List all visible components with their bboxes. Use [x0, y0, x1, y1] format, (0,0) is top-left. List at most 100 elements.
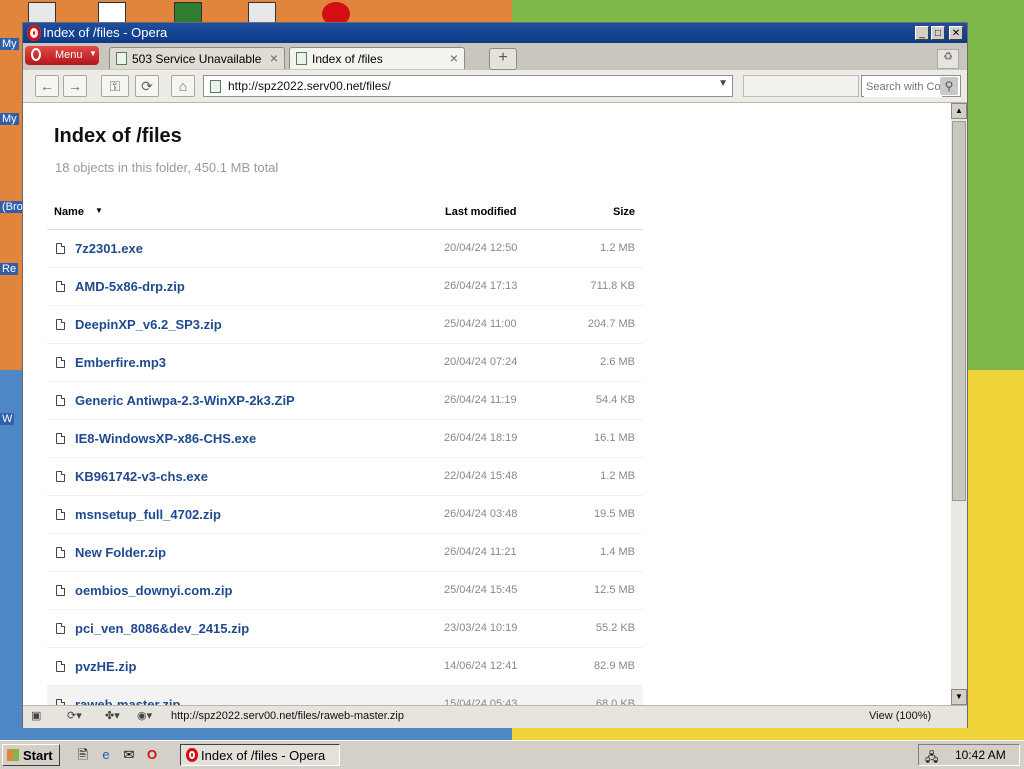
sync-icon[interactable]: ⟳▾ — [67, 709, 82, 724]
table-row[interactable]: IE8-WindowsXP-x86-CHS.exe 26/04/24 18:19 1… — [47, 420, 643, 458]
file-link[interactable]: pci_ven_8086&dev_2415.zip — [75, 621, 249, 636]
trash-icon[interactable]: ♻ — [937, 49, 959, 69]
column-modified-header[interactable]: Last modified — [445, 206, 517, 218]
file-size: 204.7 MB — [587, 318, 635, 330]
file-link[interactable]: Generic Antiwpa-2.3-WinXP-2k3.ZiP — [75, 393, 295, 408]
file-link[interactable]: 7z2301.exe — [75, 241, 143, 256]
table-row[interactable]: AMD-5x86-drp.zip 26/04/24 17:13 711.8 KB — [47, 268, 643, 306]
back-button[interactable]: ← — [35, 75, 59, 97]
scroll-up-arrow[interactable]: ▲ — [951, 103, 967, 119]
forward-button[interactable]: → — [63, 75, 87, 97]
desktop-label[interactable]: W — [0, 413, 15, 425]
unite-icon[interactable]: ✤▾ — [105, 709, 120, 724]
file-icon — [56, 585, 65, 596]
scroll-thumb[interactable] — [952, 121, 966, 501]
taskbar-opera-window[interactable]: Index of /files - Opera — [180, 744, 340, 766]
table-row[interactable]: DeepinXP_v6.2_SP3.zip 25/04/24 11:00 204.7… — [47, 306, 643, 344]
start-button[interactable]: Start — [2, 744, 60, 766]
file-link[interactable]: DeepinXP_v6.2_SP3.zip — [75, 317, 222, 332]
search-box[interactable]: ⚲ — [861, 75, 961, 97]
table-row[interactable]: Generic Antiwpa-2.3-WinXP-2k3.ZiP 26/04/2… — [47, 382, 643, 420]
file-rows: 7z2301.exe 20/04/24 12:50 1.2 MB AMD-5x86-d… — [47, 230, 643, 705]
address-url[interactable]: http://spz2022.serv00.net/files/ — [228, 79, 391, 93]
table-row[interactable]: oembios_downyi.com.zip 25/04/24 15:45 12.5… — [47, 572, 643, 610]
file-modified: 25/04/24 15:45 — [444, 584, 518, 596]
page-icon — [296, 52, 307, 65]
table-row[interactable]: Emberfire.mp3 20/04/24 07:24 2.6 MB — [47, 344, 643, 382]
search-input[interactable] — [864, 77, 942, 97]
scroll-down-arrow[interactable]: ▼ — [951, 689, 967, 705]
file-link[interactable]: AMD-5x86-drp.zip — [75, 279, 185, 294]
file-link[interactable]: IE8-WindowsXP-x86-CHS.exe — [75, 431, 256, 446]
maximize-button[interactable]: □ — [931, 26, 945, 40]
table-header: Name ▼ Last modified Size — [47, 199, 643, 230]
home-button[interactable]: ⌂ — [171, 75, 195, 97]
chevron-down-icon: ▼ — [89, 49, 97, 58]
show-desktop-icon[interactable]: 🖹 — [74, 746, 92, 764]
table-row[interactable]: pci_ven_8086&dev_2415.zip 23/03/24 10:19 5… — [47, 610, 643, 648]
table-row[interactable]: KB961742-v3-chs.exe 22/04/24 15:48 1.2 MB — [47, 458, 643, 496]
opera-quicklaunch-icon[interactable]: O — [143, 746, 161, 764]
media-icon[interactable]: ✉ — [120, 746, 138, 764]
column-size-header[interactable]: Size — [613, 206, 635, 218]
desktop-label[interactable]: My — [0, 38, 19, 50]
file-link[interactable]: New Folder.zip — [75, 545, 166, 560]
file-link[interactable]: msnsetup_full_4702.zip — [75, 507, 221, 522]
tab-label: Index of /files — [312, 52, 383, 66]
file-icon — [56, 509, 65, 520]
close-tab-icon[interactable]: × — [450, 50, 458, 66]
file-icon — [56, 623, 65, 634]
zoom-view[interactable]: View (100%) — [869, 710, 931, 722]
internet-explorer-icon[interactable]: e — [97, 746, 115, 764]
desktop-label[interactable]: Re — [0, 263, 19, 275]
file-modified: 22/04/24 15:48 — [444, 470, 518, 482]
new-tab-button[interactable]: + — [489, 48, 517, 70]
file-icon — [56, 281, 65, 292]
table-row[interactable]: pvzHE.zip 14/06/24 12:41 82.9 MB — [47, 648, 643, 686]
file-link[interactable]: Emberfire.mp3 — [75, 355, 166, 370]
file-size: 1.2 MB — [600, 242, 635, 254]
file-link[interactable]: KB961742-v3-chs.exe — [75, 469, 208, 484]
file-modified: 26/04/24 18:19 — [444, 432, 518, 444]
taskbar-window-label: Index of /files - Opera — [201, 748, 326, 763]
desktop-label[interactable]: My — [0, 113, 19, 125]
file-size: 12.5 MB — [594, 584, 635, 596]
file-link[interactable]: raweb-master.zip — [75, 697, 181, 705]
page-icon — [210, 80, 221, 93]
close-tab-icon[interactable]: × — [270, 50, 278, 66]
file-link[interactable]: pvzHE.zip — [75, 659, 136, 674]
key-icon[interactable]: ⚿ — [101, 75, 129, 97]
vertical-scrollbar[interactable]: ▲ ▼ — [951, 103, 967, 705]
title-bar[interactable]: Index of /files - Opera _ □ ✕ — [23, 23, 967, 43]
reload-button[interactable]: ⟳ — [135, 75, 159, 97]
panel-toggle-icon[interactable]: ▣ — [31, 709, 41, 724]
column-name-header[interactable]: Name — [54, 206, 84, 218]
search-engine-area[interactable] — [743, 75, 859, 97]
window-title: Index of /files - Opera — [43, 25, 168, 40]
file-size: 2.6 MB — [600, 356, 635, 368]
turbo-icon[interactable]: ◉▾ — [137, 709, 152, 724]
file-size: 1.4 MB — [600, 546, 635, 558]
file-modified: 20/04/24 07:24 — [444, 356, 518, 368]
chevron-down-icon[interactable]: ▼ — [718, 78, 728, 89]
folder-summary: 18 objects in this folder, 450.1 MB tota… — [55, 160, 279, 175]
table-row[interactable]: msnsetup_full_4702.zip 26/04/24 03:48 19.5… — [47, 496, 643, 534]
tab-503-service-unavailable[interactable]: 503 Service Unavailable × — [109, 47, 285, 69]
close-button[interactable]: ✕ — [949, 26, 963, 40]
sort-caret-icon: ▼ — [95, 206, 103, 215]
address-bar[interactable]: http://spz2022.serv00.net/files/ ▼ — [203, 75, 733, 97]
file-modified: 26/04/24 11:19 — [444, 394, 517, 406]
tab-index-of-files[interactable]: Index of /files × — [289, 47, 465, 69]
file-icon — [56, 357, 65, 368]
search-icon[interactable]: ⚲ — [940, 77, 958, 95]
table-row[interactable]: raweb-master.zip 15/04/24 05:43 68.0 KB — [47, 686, 643, 705]
minimize-button[interactable]: _ — [915, 26, 929, 40]
opera-menu-button[interactable]: Menu ▼ — [25, 46, 99, 65]
file-link[interactable]: oembios_downyi.com.zip — [75, 583, 232, 598]
table-row[interactable]: 7z2301.exe 20/04/24 12:50 1.2 MB — [47, 230, 643, 268]
table-row[interactable]: New Folder.zip 26/04/24 11:21 1.4 MB — [47, 534, 643, 572]
page-content: Index of /files 18 objects in this folde… — [23, 103, 951, 705]
clock[interactable]: 10:42 AM — [955, 748, 1006, 762]
tray-network-icon[interactable]: 🖧 — [925, 748, 938, 769]
file-modified: 14/06/24 12:41 — [444, 660, 518, 672]
